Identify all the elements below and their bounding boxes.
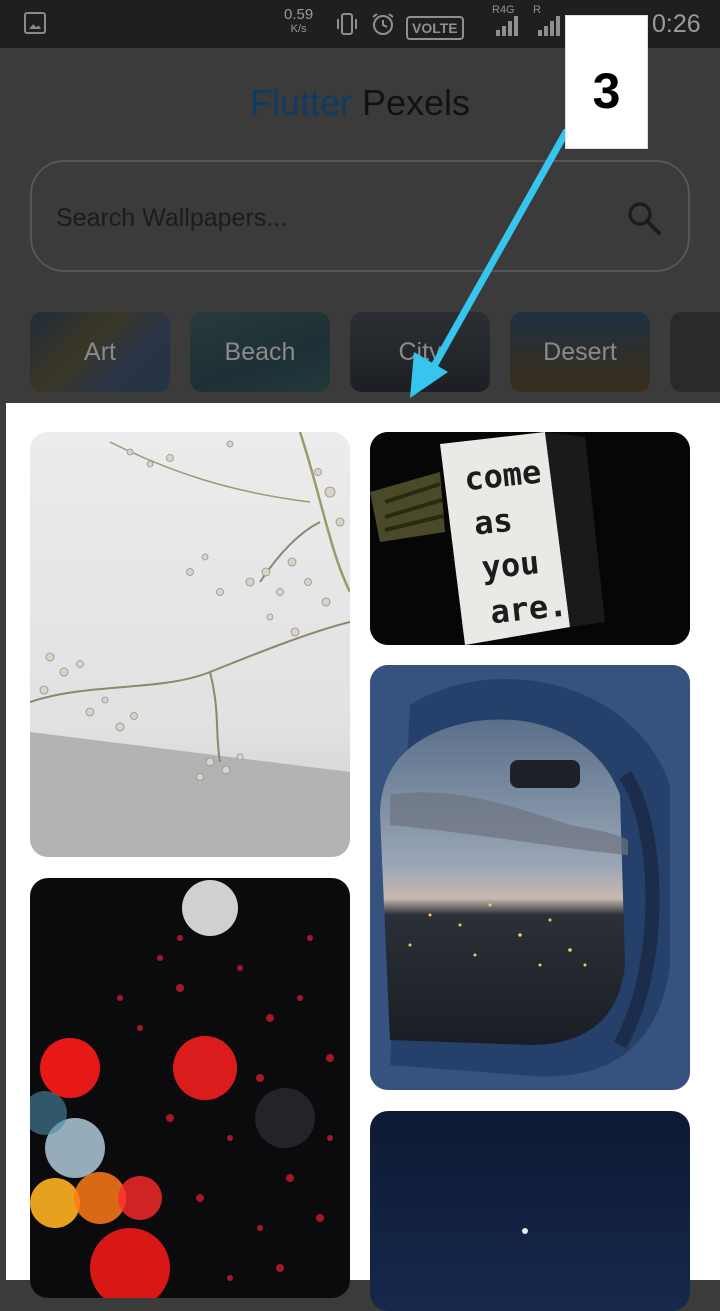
wallpaper-tile[interactable]	[370, 1111, 690, 1311]
wallpaper-image-rain-bokeh	[30, 878, 350, 1298]
sign-text: come	[462, 452, 543, 498]
annotation-step-number: 3	[592, 63, 621, 119]
wallpaper-image-airplane-window	[370, 665, 690, 1090]
wallpaper-image-night-sky	[370, 1111, 690, 1311]
wallpaper-tile[interactable]	[30, 878, 350, 1298]
wallpaper-tile[interactable]	[30, 432, 350, 857]
svg-text:as: as	[472, 501, 514, 543]
svg-text:you: you	[480, 543, 541, 587]
annotation-step-badge: 3	[565, 15, 648, 149]
wallpaper-tile[interactable]: come as you are.	[370, 432, 690, 645]
svg-text:are.: are.	[488, 585, 569, 631]
wallpaper-grid: come as you are.	[6, 403, 720, 1311]
wallpaper-tile[interactable]	[370, 665, 690, 1090]
wallpaper-image-flowers	[30, 432, 350, 857]
wallpaper-image-sign: come as you are.	[370, 432, 690, 645]
